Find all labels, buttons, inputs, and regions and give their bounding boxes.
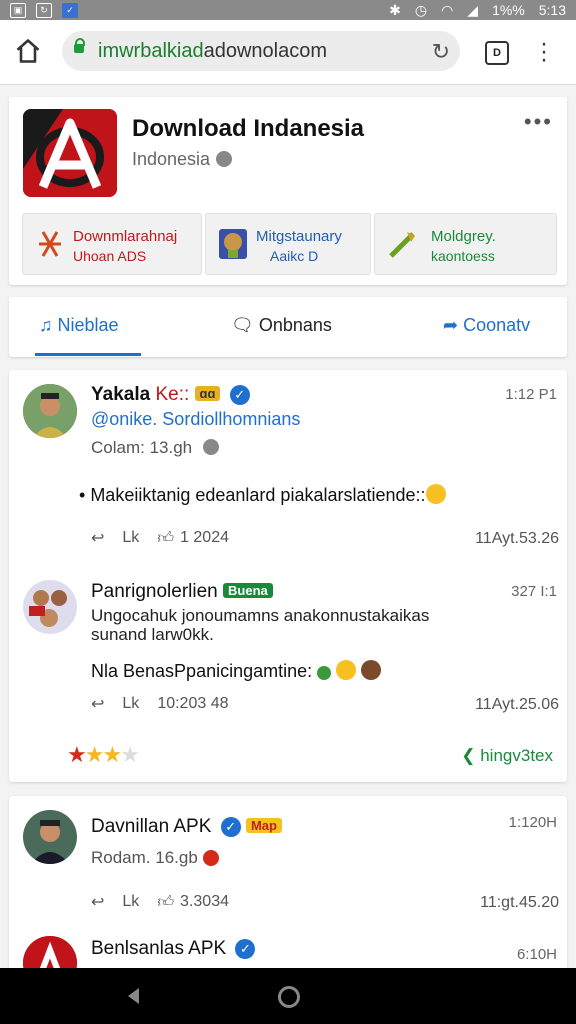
post-handle[interactable]: @onike. Sordiollhomnians <box>91 409 300 430</box>
post-author[interactable]: Benlsanlas APK ✓ <box>91 938 256 960</box>
overflow-menu-icon[interactable]: · · · <box>540 32 548 72</box>
like-button[interactable]: Lk <box>122 529 139 547</box>
star-icon: ★ <box>67 742 87 767</box>
star-rating: ★★★★ <box>67 742 140 768</box>
post-date: 11:gt.45.20 <box>480 894 559 911</box>
badge-icon: ɑɑ <box>194 386 221 401</box>
chat-icon: 🗨 <box>231 315 254 335</box>
post-time: 327 I:1 <box>511 583 557 600</box>
post-meta: Rodam. 16.gb <box>91 848 219 868</box>
home-icon[interactable] <box>14 37 42 65</box>
tab-bar: ♫ Nieblae 🗨 Onbnans ➦ Coonatv <box>9 297 567 357</box>
thumbs-up-icon[interactable]: 👍︎ <box>157 529 174 548</box>
star-icon: ★ <box>102 742 122 767</box>
star-icon: ★ <box>120 742 140 767</box>
like-count: 3.3034 <box>180 893 229 910</box>
post-date: 11Ayt.25.06 <box>475 696 559 713</box>
wifi-icon: ◠ <box>441 1 454 18</box>
app-subtitle: Indonesia <box>132 149 233 170</box>
music-note-icon: ♫ <box>39 315 53 335</box>
gallery-icon: ▣ <box>10 2 26 18</box>
post-time: 1:12 P1 <box>505 386 557 403</box>
like-count: 1 2024 <box>180 529 229 546</box>
back-icon[interactable] <box>128 988 139 1004</box>
promo-banner-1[interactable]: Downmlarahnaj Uhoan ADS <box>22 213 202 275</box>
signal-icon: ◢ <box>467 1 479 18</box>
avatar[interactable] <box>23 810 77 864</box>
promo-banner-3[interactable]: Moldgrey. kaontoess <box>374 213 557 275</box>
promo-banner-2[interactable]: Mitgstaunary Aaikc D <box>205 213 371 275</box>
status-badge: Buena <box>223 583 273 598</box>
post-author[interactable]: Yakala Ke:: ɑɑ ✓ <box>91 384 250 406</box>
app-notification-icon: ✓ <box>62 2 78 18</box>
post-body-line: Nla BenasPpanicingamtine: <box>91 660 382 682</box>
home-button-icon[interactable] <box>278 986 300 1008</box>
character-icon <box>219 229 247 259</box>
reply-icon[interactable]: ↩ <box>91 694 104 714</box>
app-header-card: Download Indanesia Indonesia ••• Downmla… <box>9 97 567 285</box>
url-field[interactable]: imwrbalkiadadownolacom ↻ <box>62 31 460 71</box>
target-emoji-icon <box>317 666 332 680</box>
verified-icon: ✓ <box>235 939 256 959</box>
browser-toolbar: imwrbalkiadadownolacom ↻ D · · · <box>0 20 576 85</box>
bluetooth-icon: ✱ <box>389 1 401 18</box>
verified-icon: ✓ <box>220 817 241 837</box>
status-bar: ▣ ↻ ✓ ✱ ◷ ◠ ◢ 1%% 5:13 <box>0 0 576 20</box>
feed-card: Yakala Ke:: ɑɑ ✓ 1:12 P1 @onike. Sordiol… <box>9 370 567 782</box>
flag-emoji-icon <box>202 850 219 866</box>
download-figure-icon <box>39 231 61 257</box>
feed-card: Davnillan APK ✓ Map 1:120H Rodam. 16.gb … <box>9 796 567 990</box>
reload-icon[interactable]: ↻ <box>432 39 450 65</box>
status-badge: Map <box>245 818 282 833</box>
leaf-emoji-icon <box>361 660 382 680</box>
avatar[interactable] <box>23 384 77 438</box>
globe-icon <box>202 439 219 455</box>
globe-icon <box>216 151 233 167</box>
post-time: 1:120H <box>508 814 557 831</box>
avatar[interactable] <box>23 580 77 634</box>
post-actions: ↩ Lk 10:203 48 <box>91 694 229 714</box>
like-button[interactable]: Lk <box>122 893 139 911</box>
share-icon: ➦ <box>443 315 459 335</box>
clock: 5:13 <box>538 2 566 18</box>
tab-onbnans[interactable]: 🗨 Onbnans <box>231 315 332 336</box>
tab-nieblae[interactable]: ♫ Nieblae <box>39 315 119 336</box>
tab-coonatv[interactable]: ➦ Coonatv <box>443 315 530 336</box>
star-icon: ★ <box>84 742 105 767</box>
post-time: 6:10H <box>516 946 557 963</box>
app-title: Download Indanesia <box>132 115 365 142</box>
app-logo <box>23 109 117 197</box>
lock-icon <box>74 38 85 53</box>
verified-icon: ✓ <box>229 385 250 405</box>
like-button[interactable]: Lk <box>122 695 139 713</box>
laugh-emoji-icon <box>336 660 357 680</box>
laugh-emoji-icon <box>425 484 446 504</box>
thumbs-up-icon[interactable]: 👍︎ <box>157 893 174 912</box>
post-date: 11Ayt.53.26 <box>475 530 559 547</box>
battery-level: 1%% <box>492 2 525 18</box>
chevron-left-icon: ❮ <box>461 746 476 765</box>
more-options-icon[interactable]: ••• <box>524 109 553 135</box>
post-meta: Colam: 13.gh <box>91 438 219 458</box>
reply-icon[interactable]: ↩ <box>91 528 104 548</box>
alarm-icon: ◷ <box>414 1 428 18</box>
url-text[interactable]: imwrbalkiadadownolacom <box>98 40 327 63</box>
sync-icon: ↻ <box>36 2 52 18</box>
tab-switcher-button[interactable]: D <box>485 41 509 65</box>
like-count: 10:203 48 <box>157 695 229 712</box>
system-navigation-bar <box>0 968 576 1024</box>
post-author[interactable]: Panrignolerlien Buena <box>91 581 273 603</box>
post-actions: ↩ Lk 👍︎ 1 2024 <box>91 528 229 548</box>
post-body: • Makeiiktanig edeanlard piakalarslatien… <box>79 484 446 506</box>
leaf-icon <box>389 232 415 258</box>
post-body-line: sunand larw0kk. <box>91 625 214 644</box>
active-tab-indicator <box>35 353 141 356</box>
reply-icon[interactable]: ↩ <box>91 892 104 912</box>
post-author[interactable]: Davnillan APK ✓ Map <box>91 816 282 838</box>
post-actions: ↩ Lk 👍︎ 3.3034 <box>91 892 229 912</box>
more-link[interactable]: ❮ hingv3tex <box>461 746 553 766</box>
post-body-line: Ungocahuk jonoumamns anakonnustakaikas <box>91 606 430 625</box>
